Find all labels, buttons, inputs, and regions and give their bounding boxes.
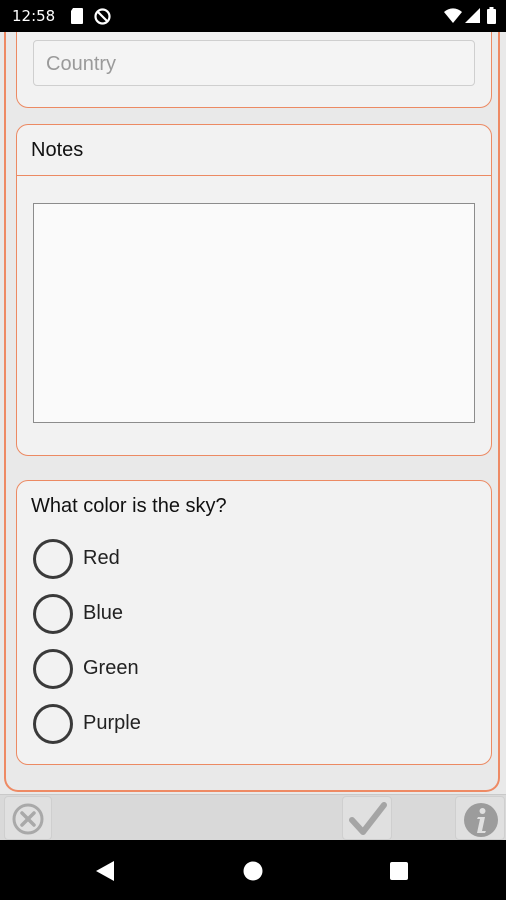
radio-option-green[interactable]: Green xyxy=(33,647,333,691)
country-input[interactable]: Country xyxy=(33,40,475,86)
radio-label: Blue xyxy=(83,602,124,624)
radio-option-blue[interactable]: Blue xyxy=(33,592,333,636)
status-bar: 12:58 xyxy=(0,0,506,32)
radio-option-purple[interactable]: Purple xyxy=(33,702,333,746)
system-nav-bar xyxy=(0,840,506,900)
confirm-check-icon xyxy=(349,802,387,841)
country-card: Country xyxy=(16,32,492,108)
sky-question-card: What color is the sky? Red Blue Green Pu… xyxy=(16,480,492,765)
bottom-toolbar xyxy=(0,794,506,840)
notes-card: Notes xyxy=(16,124,492,456)
radio-button[interactable] xyxy=(33,594,73,634)
info-icon xyxy=(463,802,499,843)
notes-title: Notes xyxy=(31,139,84,161)
radio-label: Green xyxy=(83,657,139,679)
country-placeholder: Country xyxy=(46,53,117,75)
battery-icon xyxy=(487,7,496,29)
radio-label: Red xyxy=(83,547,120,569)
cancel-icon xyxy=(12,803,44,840)
radio-label: Purple xyxy=(83,712,141,734)
wifi-icon xyxy=(444,8,462,28)
confirm-button[interactable] xyxy=(342,796,392,840)
recents-icon[interactable] xyxy=(390,862,408,885)
sd-card-icon xyxy=(70,8,84,29)
radio-button[interactable] xyxy=(33,539,73,579)
back-icon[interactable] xyxy=(94,860,116,887)
notes-textarea[interactable] xyxy=(33,203,475,423)
info-button[interactable] xyxy=(455,796,505,840)
radio-button[interactable] xyxy=(33,704,73,744)
notes-header: Notes xyxy=(17,125,491,176)
cancel-button[interactable] xyxy=(4,796,52,840)
radio-option-red[interactable]: Red xyxy=(33,537,333,581)
signal-icon xyxy=(465,8,480,28)
no-sync-icon xyxy=(94,8,111,30)
status-time: 12:58 xyxy=(12,7,56,25)
sky-question-text: What color is the sky? xyxy=(31,495,227,517)
home-icon[interactable] xyxy=(243,861,263,886)
radio-button[interactable] xyxy=(33,649,73,689)
